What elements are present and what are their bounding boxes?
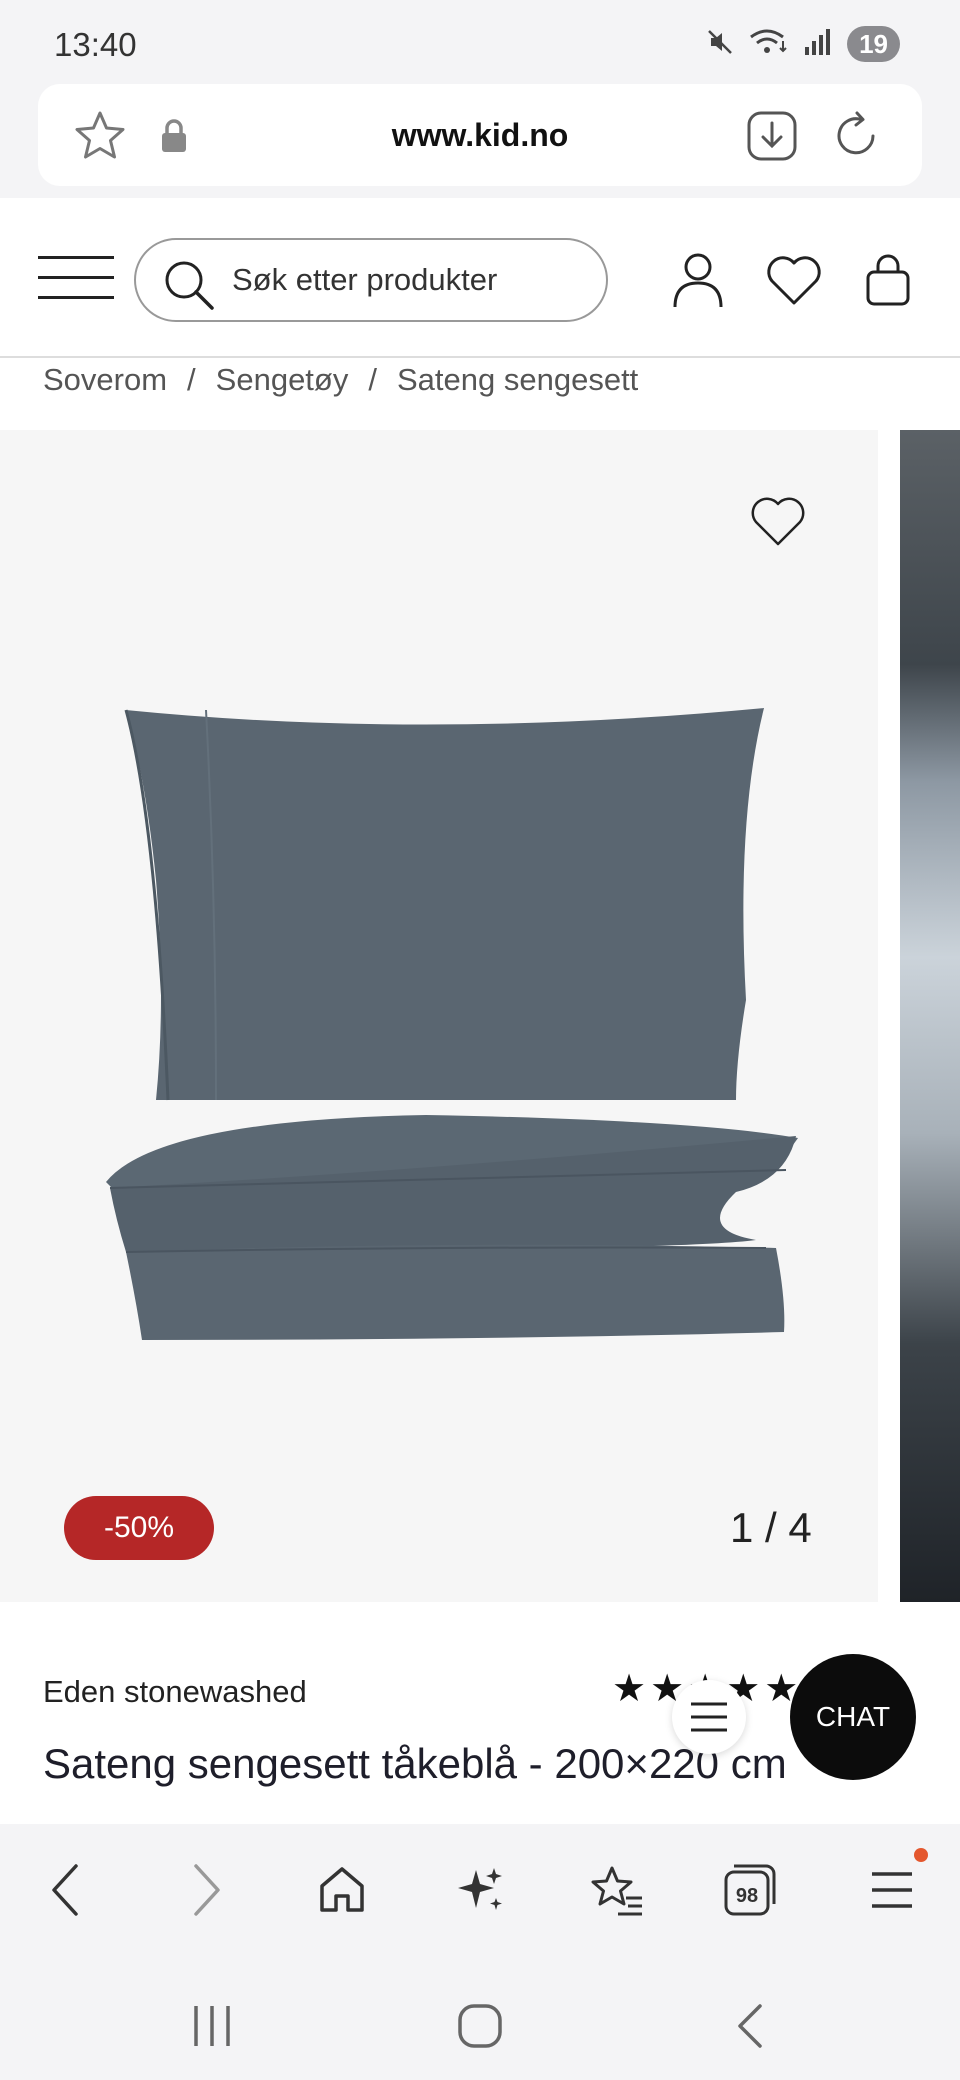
system-navigation-bar: [0, 1952, 960, 2080]
product-image-bedding: [96, 700, 806, 1345]
breadcrumb-separator: /: [368, 362, 377, 397]
floating-menu-button[interactable]: [672, 1680, 746, 1754]
breadcrumb: Soverom / Sengetøy / Sateng sengesett: [43, 362, 638, 398]
mute-icon: [705, 27, 735, 62]
cart-icon[interactable]: [858, 250, 918, 310]
breadcrumb-item[interactable]: Sateng sengesett: [397, 362, 638, 398]
browser-menu-icon[interactable]: [862, 1860, 922, 1920]
status-bar: 13:40 19: [0, 0, 960, 84]
signal-icon: [803, 27, 833, 62]
breadcrumb-item[interactable]: Soverom: [43, 362, 167, 398]
product-gallery[interactable]: -50% 1 / 4: [0, 430, 960, 1602]
add-to-wishlist-heart-icon[interactable]: [748, 496, 820, 560]
home-icon[interactable]: [312, 1860, 372, 1920]
download-icon[interactable]: [744, 108, 800, 164]
wifi-icon: [749, 27, 789, 62]
battery-indicator: 19: [847, 26, 900, 62]
bookmarks-icon[interactable]: [586, 1860, 646, 1920]
notification-dot: [914, 1848, 928, 1862]
product-brand[interactable]: Eden stonewashed: [43, 1674, 307, 1710]
recents-icon[interactable]: [182, 1996, 242, 2056]
reload-icon[interactable]: [828, 108, 884, 164]
gallery-page-counter: 1 / 4: [730, 1504, 812, 1551]
ai-sparkle-icon[interactable]: [450, 1860, 510, 1920]
search-icon: [162, 258, 216, 317]
tabs-count: 98: [736, 1885, 758, 1907]
system-home-icon[interactable]: [450, 1996, 510, 2056]
gallery-next-slide-preview[interactable]: [900, 430, 960, 1602]
back-icon[interactable]: [36, 1860, 96, 1920]
gallery-slide[interactable]: -50% 1 / 4: [0, 430, 878, 1602]
address-bar[interactable]: www.kid.no: [38, 84, 922, 186]
status-time: 13:40: [54, 26, 137, 63]
discount-badge: -50%: [64, 1496, 214, 1560]
breadcrumb-bar: Soverom / Sengetøy / Sateng sengesett: [0, 358, 960, 430]
product-title: Sateng sengesett tåkeblå - 200×220 cm: [43, 1740, 787, 1787]
forward-icon[interactable]: [176, 1860, 236, 1920]
chat-button[interactable]: CHAT: [790, 1654, 916, 1780]
search-input[interactable]: [232, 256, 592, 304]
wishlist-icon[interactable]: [764, 250, 824, 310]
site-header: [0, 198, 960, 358]
breadcrumb-separator: /: [187, 362, 196, 397]
breadcrumb-item[interactable]: Sengetøy: [216, 362, 349, 398]
system-back-icon[interactable]: [720, 1996, 780, 2056]
account-icon[interactable]: [668, 250, 728, 310]
status-icons: 19: [705, 26, 900, 62]
browser-toolbar: 98: [0, 1824, 960, 1952]
browser-address-area: www.kid.no: [0, 84, 960, 198]
search-box[interactable]: [134, 238, 608, 322]
menu-lines-icon: [691, 1702, 727, 1732]
tabs-icon[interactable]: 98: [720, 1860, 780, 1920]
menu-icon[interactable]: [38, 256, 114, 302]
